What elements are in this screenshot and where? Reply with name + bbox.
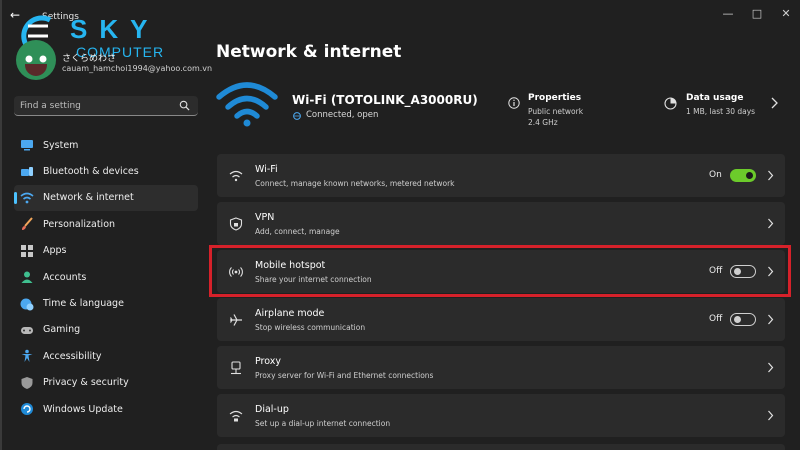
sidebar-item-apps[interactable]: Apps: [14, 238, 198, 264]
search-input[interactable]: [20, 99, 170, 113]
network-band: 2.4 GHz: [528, 118, 558, 127]
airplane-icon: [229, 314, 242, 326]
page-title: Network & internet: [216, 42, 402, 62]
setting-subtitle: Set up a dial-up internet connection: [255, 419, 391, 428]
toggle-state-label: On: [709, 170, 722, 180]
sidebar-item-label: Bluetooth & devices: [43, 166, 139, 178]
sidebar-item-time-language[interactable]: Time & language: [14, 290, 198, 316]
profile-name: さくらめわさ: [62, 54, 117, 64]
mobile-hotspot-highlight-box: [209, 245, 791, 297]
sidebar-item-gaming[interactable]: Gaming: [14, 317, 198, 343]
sidebar-item-label: Accounts: [43, 271, 87, 283]
proxy-setting-row[interactable]: Proxy Proxy server for Wi-Fi and Etherne…: [217, 346, 785, 389]
data-usage-icon: [664, 97, 677, 110]
connection-name: Wi-Fi (TOTOLINK_A3000RU): [292, 93, 478, 107]
avatar[interactable]: [16, 40, 56, 80]
sidebar-item-windows-update[interactable]: Windows Update: [14, 396, 198, 422]
setting-title: Dial-up: [255, 404, 289, 415]
data-usage-detail: 1 MB, last 30 days: [686, 107, 756, 116]
chevron-right-icon[interactable]: [770, 97, 778, 109]
airplane-mode-toggle[interactable]: [730, 313, 756, 326]
wifi-connected-icon: [216, 82, 278, 127]
toggle-state-label: Off: [709, 314, 723, 324]
person-icon: [21, 271, 33, 284]
sidebar-item-bluetooth[interactable]: Bluetooth & devices: [14, 158, 198, 184]
shield-icon: [21, 376, 33, 389]
apps-icon: [21, 244, 33, 257]
setting-subtitle: Connect, manage known networks, metered …: [255, 179, 455, 188]
sidebar-item-privacy[interactable]: Privacy & security: [14, 370, 198, 396]
chevron-right-icon[interactable]: [767, 362, 774, 373]
toggle-knob: [746, 172, 753, 179]
sidebar-item-label: Time & language: [43, 298, 124, 310]
data-usage-link[interactable]: Data usage: [686, 93, 743, 103]
chevron-right-icon[interactable]: [767, 410, 774, 421]
network-profile: Public network: [528, 107, 584, 116]
wifi-toggle[interactable]: [730, 169, 756, 182]
settings-window: ← Settings — □ ✕ SKY COMPUTER さくらめわさ cau…: [0, 0, 800, 450]
brush-icon: [22, 217, 33, 231]
setting-subtitle: Proxy server for Wi-Fi and Ethernet conn…: [255, 371, 434, 380]
sidebar-item-label: Gaming: [43, 324, 81, 336]
setting-subtitle: Add, connect, manage: [255, 227, 340, 236]
sidebar-item-label: Apps: [43, 245, 67, 257]
next-setting-row-partial[interactable]: [217, 444, 785, 450]
accessibility-icon: [21, 350, 33, 363]
search-box[interactable]: [14, 96, 198, 116]
avatar-mouth: [25, 64, 47, 76]
gamepad-icon: [21, 326, 33, 334]
properties-link[interactable]: Properties: [528, 93, 581, 103]
dial-up-setting-row[interactable]: Dial-up Set up a dial-up internet connec…: [217, 394, 785, 437]
sidebar-item-accounts[interactable]: Accounts: [14, 264, 198, 290]
sidebar-item-label: Windows Update: [43, 403, 123, 415]
logo-text-main: SKY: [70, 14, 160, 44]
setting-title: Wi-Fi: [255, 164, 278, 175]
sidebar-item-label: Accessibility: [43, 350, 102, 362]
wifi-setting-row[interactable]: Wi-Fi Connect, manage known networks, me…: [217, 154, 785, 197]
sidebar-item-label: Personalization: [43, 218, 116, 230]
setting-title: Proxy: [255, 356, 282, 367]
sidebar-item-accessibility[interactable]: Accessibility: [14, 343, 198, 369]
setting-subtitle: Stop wireless communication: [255, 323, 366, 332]
close-button[interactable]: ✕: [776, 6, 796, 22]
monitor-icon: [21, 140, 33, 151]
dialup-icon: [229, 410, 243, 422]
search-icon[interactable]: [179, 100, 190, 111]
avatar-eyes-icon: [25, 55, 47, 63]
info-icon: [508, 97, 520, 109]
maximize-button[interactable]: □: [747, 6, 767, 22]
sidebar-item-system[interactable]: System: [14, 132, 198, 158]
chevron-right-icon[interactable]: [767, 314, 774, 325]
sidebar-item-label: System: [43, 139, 79, 151]
wifi-icon: [229, 170, 243, 182]
chevron-right-icon[interactable]: [767, 170, 774, 181]
minimize-button[interactable]: —: [718, 6, 738, 22]
toggle-knob: [734, 316, 741, 323]
update-icon: [21, 403, 33, 416]
sidebar-item-label: Privacy & security: [43, 377, 129, 389]
setting-title: Airplane mode: [255, 308, 325, 319]
globe-icon: [293, 112, 301, 120]
connection-status: Connected, open: [306, 110, 379, 120]
sidebar-item-personalization[interactable]: Personalization: [14, 211, 198, 237]
setting-title: VPN: [255, 212, 275, 223]
profile-email: cauam_hamchoi1994@yahoo.com.vn: [62, 64, 213, 73]
vpn-shield-icon: [229, 217, 243, 231]
airplane-mode-setting-row[interactable]: Airplane mode Stop wireless communicatio…: [217, 298, 785, 341]
chevron-right-icon[interactable]: [767, 218, 774, 229]
bluetooth-icon: [21, 166, 33, 176]
sidebar-item-label: Network & internet: [43, 192, 134, 204]
globe-clock-icon: [20, 298, 34, 311]
sidebar-nav: System Bluetooth & devices Network & int…: [14, 132, 198, 422]
proxy-icon: [231, 361, 241, 375]
wifi-icon: [20, 192, 34, 204]
vpn-setting-row[interactable]: VPN Add, connect, manage: [217, 202, 785, 245]
sidebar-item-network[interactable]: Network & internet: [14, 184, 198, 212]
